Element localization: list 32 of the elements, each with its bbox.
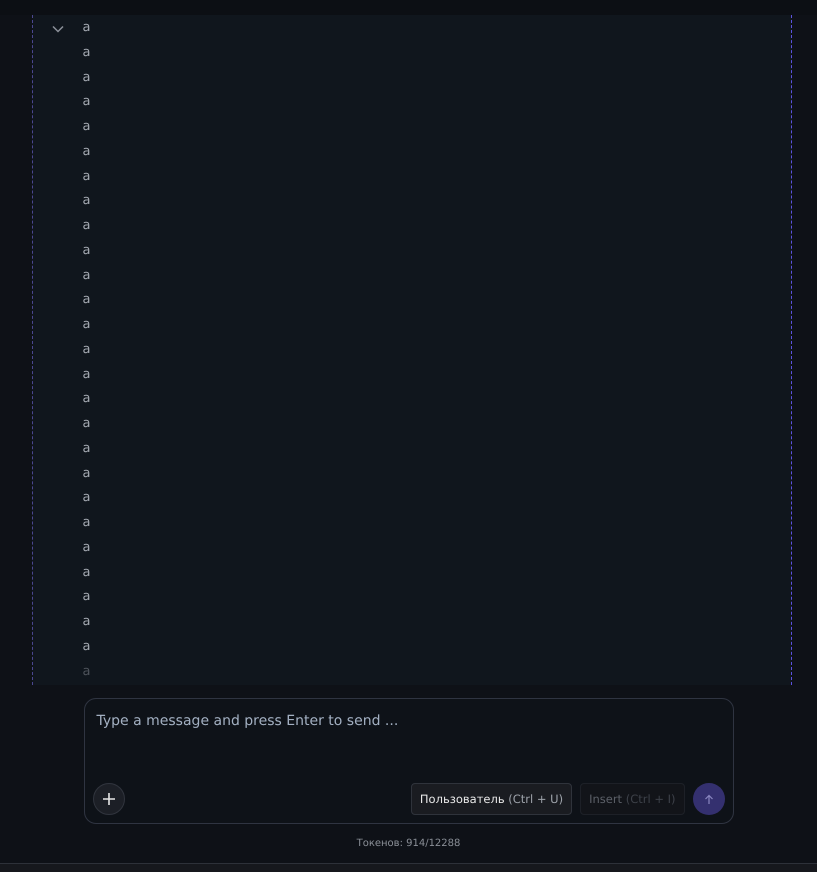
role-button[interactable]: Пользователь (Ctrl + U) <box>410 783 572 815</box>
message-line: a <box>82 489 90 508</box>
message-line: a <box>82 662 90 680</box>
message-line: a <box>82 390 90 408</box>
message-line: a <box>82 93 90 112</box>
token-count: Токенов: 914/12288 <box>356 838 460 849</box>
arrow-up-icon <box>704 794 714 804</box>
plus-icon <box>102 792 116 806</box>
message-line: a <box>82 638 90 656</box>
message-line: a <box>82 415 90 433</box>
message-line: a <box>82 316 90 334</box>
message-line: a <box>82 440 90 458</box>
message-line: a <box>82 613 90 631</box>
message-line: a <box>82 142 90 161</box>
message-line: a <box>82 564 90 582</box>
message-line: a <box>82 68 90 86</box>
message-line: a <box>82 366 90 384</box>
message-line: a <box>82 44 90 62</box>
message-line: a <box>82 464 90 482</box>
message-line: a <box>82 588 90 606</box>
message-line: a <box>82 514 90 532</box>
add-button[interactable] <box>92 783 124 815</box>
message-line: a <box>82 192 90 210</box>
message-line: a <box>82 538 90 557</box>
message-line: a <box>82 291 90 310</box>
message-line: a <box>82 118 90 136</box>
message-line: a <box>82 340 90 359</box>
message-line: a <box>82 266 90 284</box>
message-line: a <box>82 217 90 235</box>
message-line: a <box>82 19 90 37</box>
message-line: a <box>82 242 90 260</box>
message-line: a <box>82 168 90 186</box>
